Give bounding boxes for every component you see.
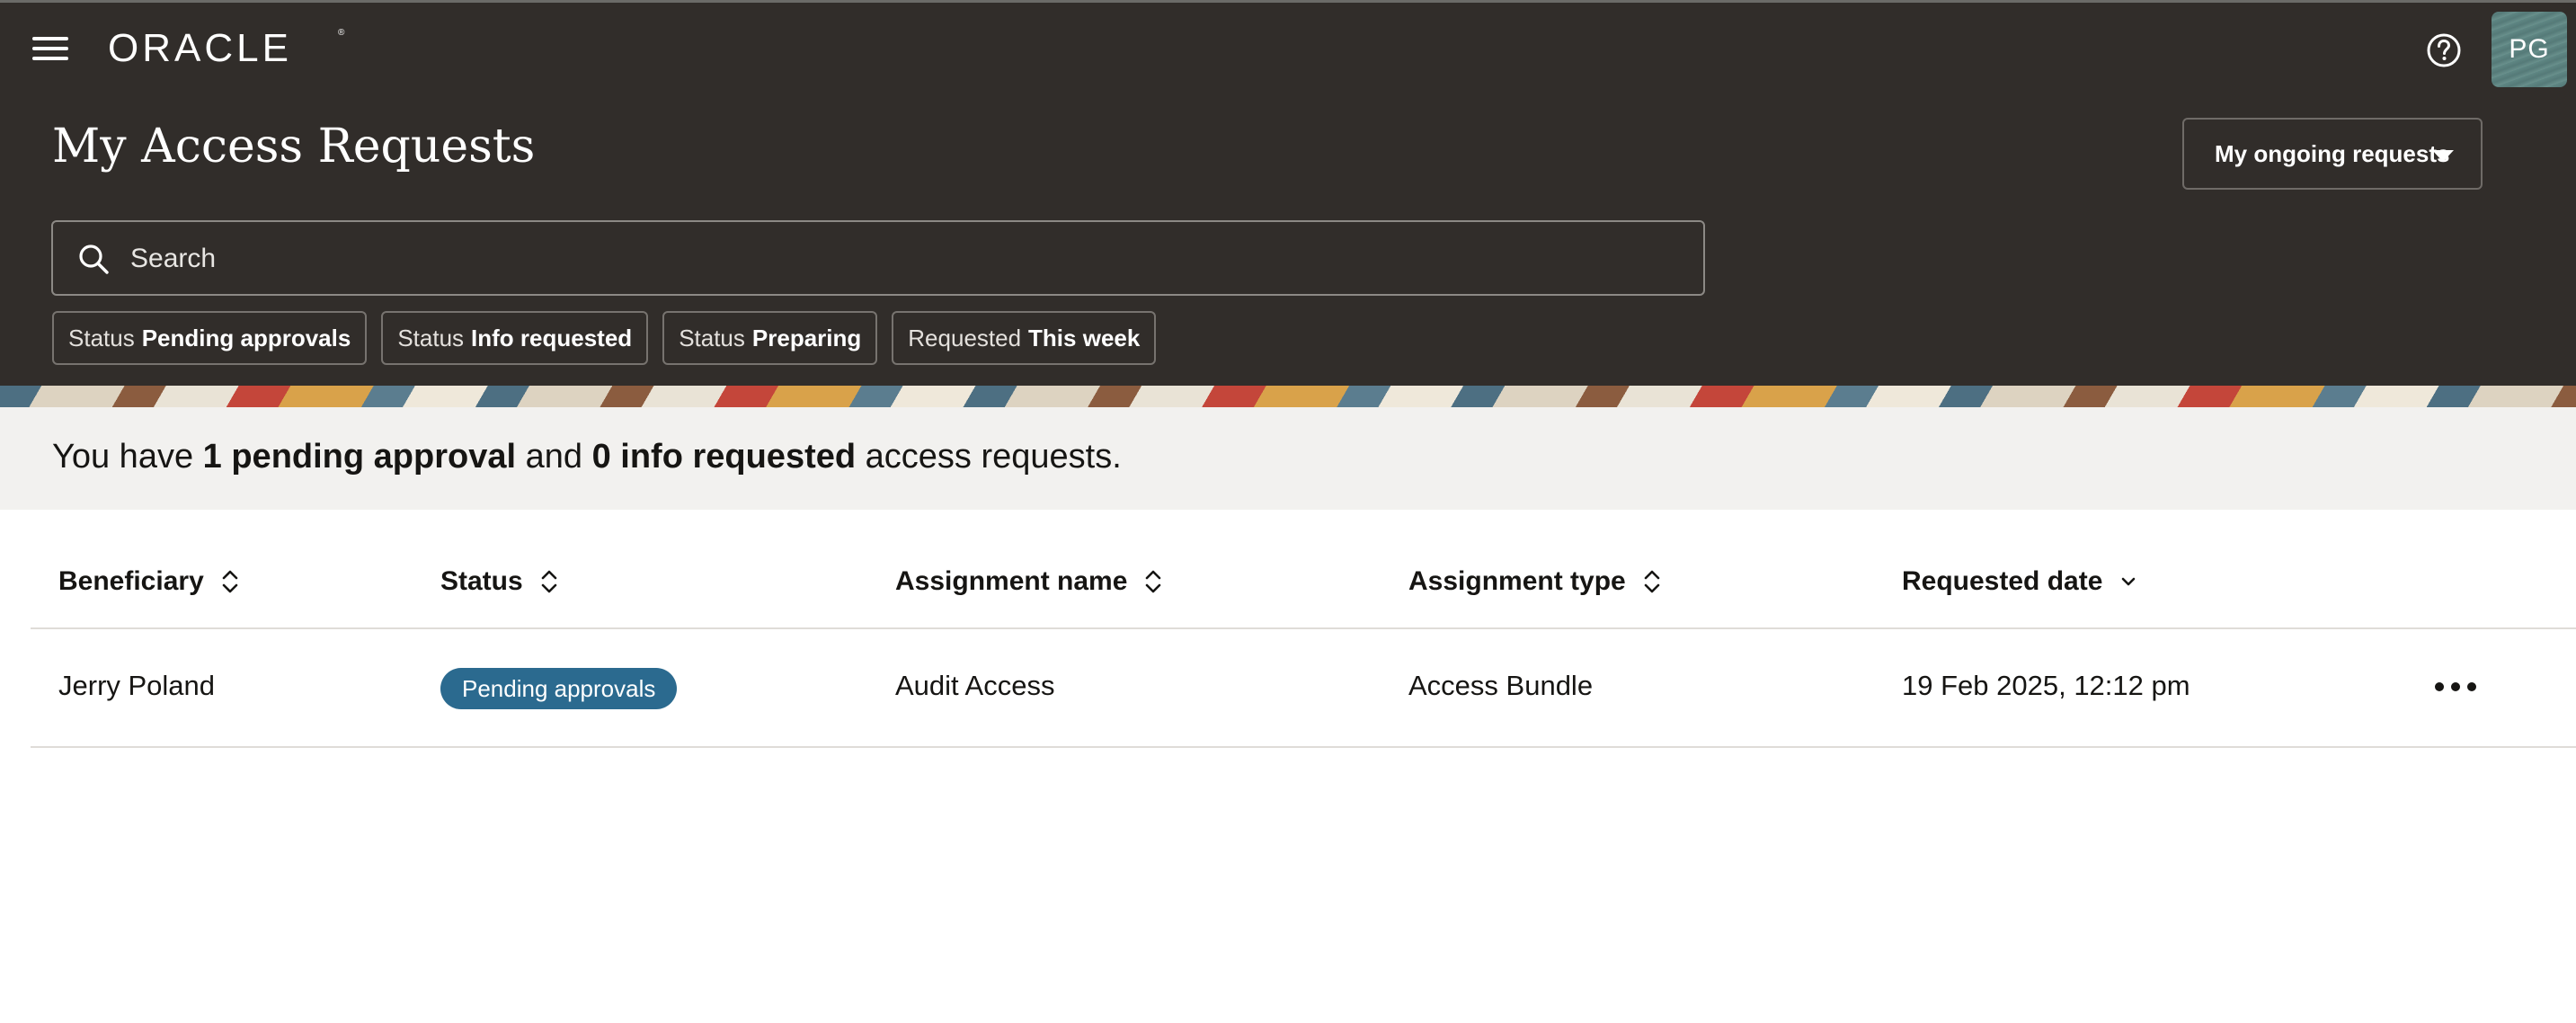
filter-chip-status-pending[interactable]: Status Pending approvals: [52, 311, 368, 365]
cell-assignment-type: Access Bundle: [1408, 670, 1594, 701]
search-icon: [79, 245, 109, 274]
page-title: My Access Requests: [52, 120, 536, 173]
page-header: ORACLE ® PG My Access Requests My ongoin…: [0, 3, 2576, 386]
column-header-beneficiary[interactable]: Beneficiary: [58, 566, 240, 597]
sort-icon: [1146, 570, 1161, 593]
search-box[interactable]: [51, 220, 1705, 296]
summary-text: You have 1 pending approval and 0 info r…: [52, 438, 1122, 476]
chip-key: Status: [397, 324, 465, 351]
oracle-logo: ORACLE ®: [108, 26, 345, 70]
svg-text:®: ®: [338, 28, 345, 38]
cell-requested-date: 19 Feb 2025, 12:12 pm: [1902, 670, 2190, 701]
chip-key: Status: [68, 324, 135, 351]
chip-key: Status: [679, 324, 745, 351]
column-header-status[interactable]: Status: [440, 566, 559, 597]
decorative-banner: [0, 386, 2576, 407]
chip-key: Requested: [908, 324, 1022, 351]
status-badge: Pending approvals: [440, 668, 678, 709]
column-header-requested-date[interactable]: Requested date: [1902, 566, 2138, 597]
request-filter-label: My ongoing requests: [2215, 139, 2450, 167]
filter-chips: Status Pending approvals Status Info req…: [52, 311, 1157, 365]
more-actions-icon[interactable]: [2430, 671, 2481, 703]
filter-chip-status-info[interactable]: Status Info requested: [381, 311, 649, 365]
chip-value: Preparing: [751, 324, 862, 351]
info-requested-count: 0 info requested: [591, 438, 857, 476]
user-avatar[interactable]: PG: [2492, 12, 2567, 87]
dropdown-caret-icon: [2432, 150, 2454, 162]
requests-table: Beneficiary Status Assignment name Assig…: [31, 539, 2576, 748]
summary-bar: You have 1 pending approval and 0 info r…: [0, 407, 2576, 510]
cell-beneficiary: Jerry Poland: [58, 670, 216, 701]
table-row[interactable]: Jerry Poland Pending approvals Audit Acc…: [31, 629, 2576, 748]
cell-assignment-name: Audit Access: [895, 670, 1055, 701]
menu-icon[interactable]: [32, 33, 68, 64]
table-header: Beneficiary Status Assignment name Assig…: [31, 539, 2576, 629]
pending-count: 1 pending approval: [202, 438, 517, 476]
chip-value: Pending approvals: [141, 324, 351, 351]
request-filter-select[interactable]: My ongoing requests: [2182, 118, 2483, 190]
chevron-down-icon: [2122, 577, 2136, 586]
sort-icon: [541, 570, 556, 593]
sort-icon: [222, 570, 238, 593]
filter-chip-status-preparing[interactable]: Status Preparing: [662, 311, 878, 365]
sort-icon: [1644, 570, 1660, 593]
filter-chip-requested-week[interactable]: Requested This week: [892, 311, 1157, 365]
help-icon[interactable]: [2425, 31, 2463, 69]
chip-value: This week: [1028, 324, 1141, 351]
svg-text:ORACLE: ORACLE: [108, 26, 292, 70]
column-header-assignment-type[interactable]: Assignment type: [1408, 566, 1662, 597]
column-header-assignment-name[interactable]: Assignment name: [895, 566, 1163, 597]
chip-value: Info requested: [471, 324, 633, 351]
search-input[interactable]: [129, 235, 1678, 283]
